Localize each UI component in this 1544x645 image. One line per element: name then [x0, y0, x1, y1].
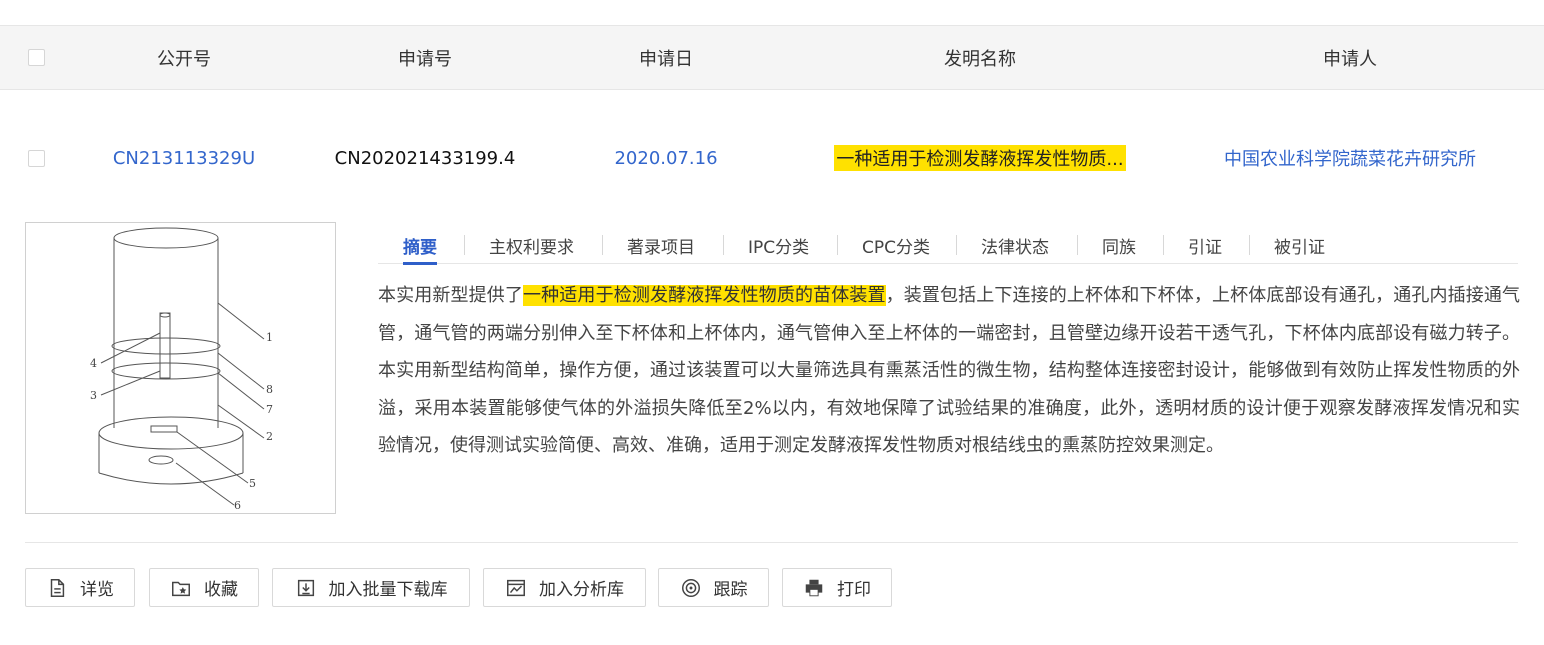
chart-window-icon: [507, 579, 525, 596]
patent-drawing[interactable]: 1 2 3 4 5 6 7 8: [25, 222, 336, 514]
favorite-button-label: 收藏: [204, 580, 238, 600]
figure-label-4: 4: [90, 357, 97, 370]
tab-abstract[interactable]: 摘要: [403, 226, 437, 265]
batch-download-button[interactable]: 加入批量下载库: [272, 568, 470, 607]
track-button[interactable]: 跟踪: [658, 568, 769, 607]
tab-divider: [837, 235, 838, 255]
tab-main-claim[interactable]: 主权利要求: [489, 226, 574, 264]
header-title: 发明名称: [944, 48, 1016, 70]
device-drawing-icon: [98, 227, 265, 506]
track-button-label: 跟踪: [713, 580, 748, 600]
tab-cited-by[interactable]: 被引证: [1274, 226, 1325, 264]
detail-button-label: 详览: [80, 580, 114, 600]
figure-label-3: 3: [90, 389, 97, 402]
figure-label-7: 7: [266, 403, 273, 416]
radar-icon: [681, 578, 700, 597]
tab-legal-status[interactable]: 法律状态: [981, 226, 1049, 264]
section-divider: [25, 542, 1518, 543]
table-header: 公开号 申请号 申请日 发明名称 申请人: [0, 25, 1544, 90]
tab-citations[interactable]: 引证: [1188, 226, 1222, 264]
abstract-body: ，装置包括上下连接的上杯体和下杯体，上杯体底部设有通孔，通孔内插接通气管，通气管…: [378, 285, 1521, 456]
favorite-button[interactable]: 收藏: [149, 568, 259, 607]
table-row: CN213113329U CN202021433199.4 2020.07.16…: [0, 120, 1544, 196]
tab-bibliographic[interactable]: 著录项目: [627, 226, 695, 264]
applicant-link[interactable]: 中国农业科学院蔬菜花卉研究所: [1200, 120, 1500, 196]
analysis-button-label: 加入分析库: [539, 580, 624, 600]
print-button[interactable]: 打印: [782, 568, 892, 607]
figure-label-1: 1: [266, 331, 273, 344]
figure-label-8: 8: [266, 383, 273, 396]
tab-divider: [1249, 235, 1250, 255]
tab-family[interactable]: 同族: [1102, 226, 1136, 264]
tab-divider: [464, 235, 465, 255]
header-pub-no: 公开号: [157, 48, 211, 70]
abstract-text: 本实用新型提供了一种适用于检测发酵液挥发性物质的苗体装置，装置包括上下连接的上杯…: [378, 277, 1520, 465]
detail-button[interactable]: 详览: [25, 568, 135, 607]
tab-divider: [1077, 235, 1078, 255]
figure-label-2: 2: [266, 430, 273, 443]
document-icon: [50, 578, 65, 597]
row-checkbox[interactable]: [28, 150, 45, 167]
select-all-checkbox[interactable]: [28, 49, 45, 66]
tab-divider: [1163, 235, 1164, 255]
header-applicant: 申请人: [1323, 48, 1377, 70]
detail-tabs: 摘要 主权利要求 著录项目 IPC分类 CPC分类 法律状态 同族 引证 被引证: [378, 226, 1518, 265]
title-link[interactable]: 一种适用于检测发酵液挥发性物质...: [834, 145, 1126, 171]
printer-icon: [805, 579, 823, 596]
abstract-prefix: 本实用新型提供了: [378, 285, 524, 306]
download-tray-icon: [297, 579, 314, 596]
app-date[interactable]: 2020.07.16: [566, 120, 766, 196]
title-cell[interactable]: 一种适用于检测发酵液挥发性物质...: [812, 120, 1148, 196]
app-no: CN202021433199.4: [334, 147, 516, 169]
tab-ipc[interactable]: IPC分类: [748, 226, 809, 264]
folder-star-icon: [172, 581, 190, 596]
tab-cpc[interactable]: CPC分类: [862, 226, 930, 264]
tab-divider: [956, 235, 957, 255]
batch-download-button-label: 加入批量下载库: [328, 580, 448, 600]
print-button-label: 打印: [837, 580, 871, 600]
figure-label-6: 6: [234, 499, 241, 512]
header-app-no: 申请号: [398, 48, 452, 70]
tab-divider: [602, 235, 603, 255]
abstract-highlight: 一种适用于检测发酵液挥发性物质的苗体装置: [523, 285, 886, 306]
analysis-button[interactable]: 加入分析库: [483, 568, 646, 607]
tab-divider: [723, 235, 724, 255]
pub-no-link[interactable]: CN213113329U: [84, 120, 284, 196]
header-app-date: 申请日: [639, 48, 693, 70]
figure-label-5: 5: [249, 477, 256, 490]
